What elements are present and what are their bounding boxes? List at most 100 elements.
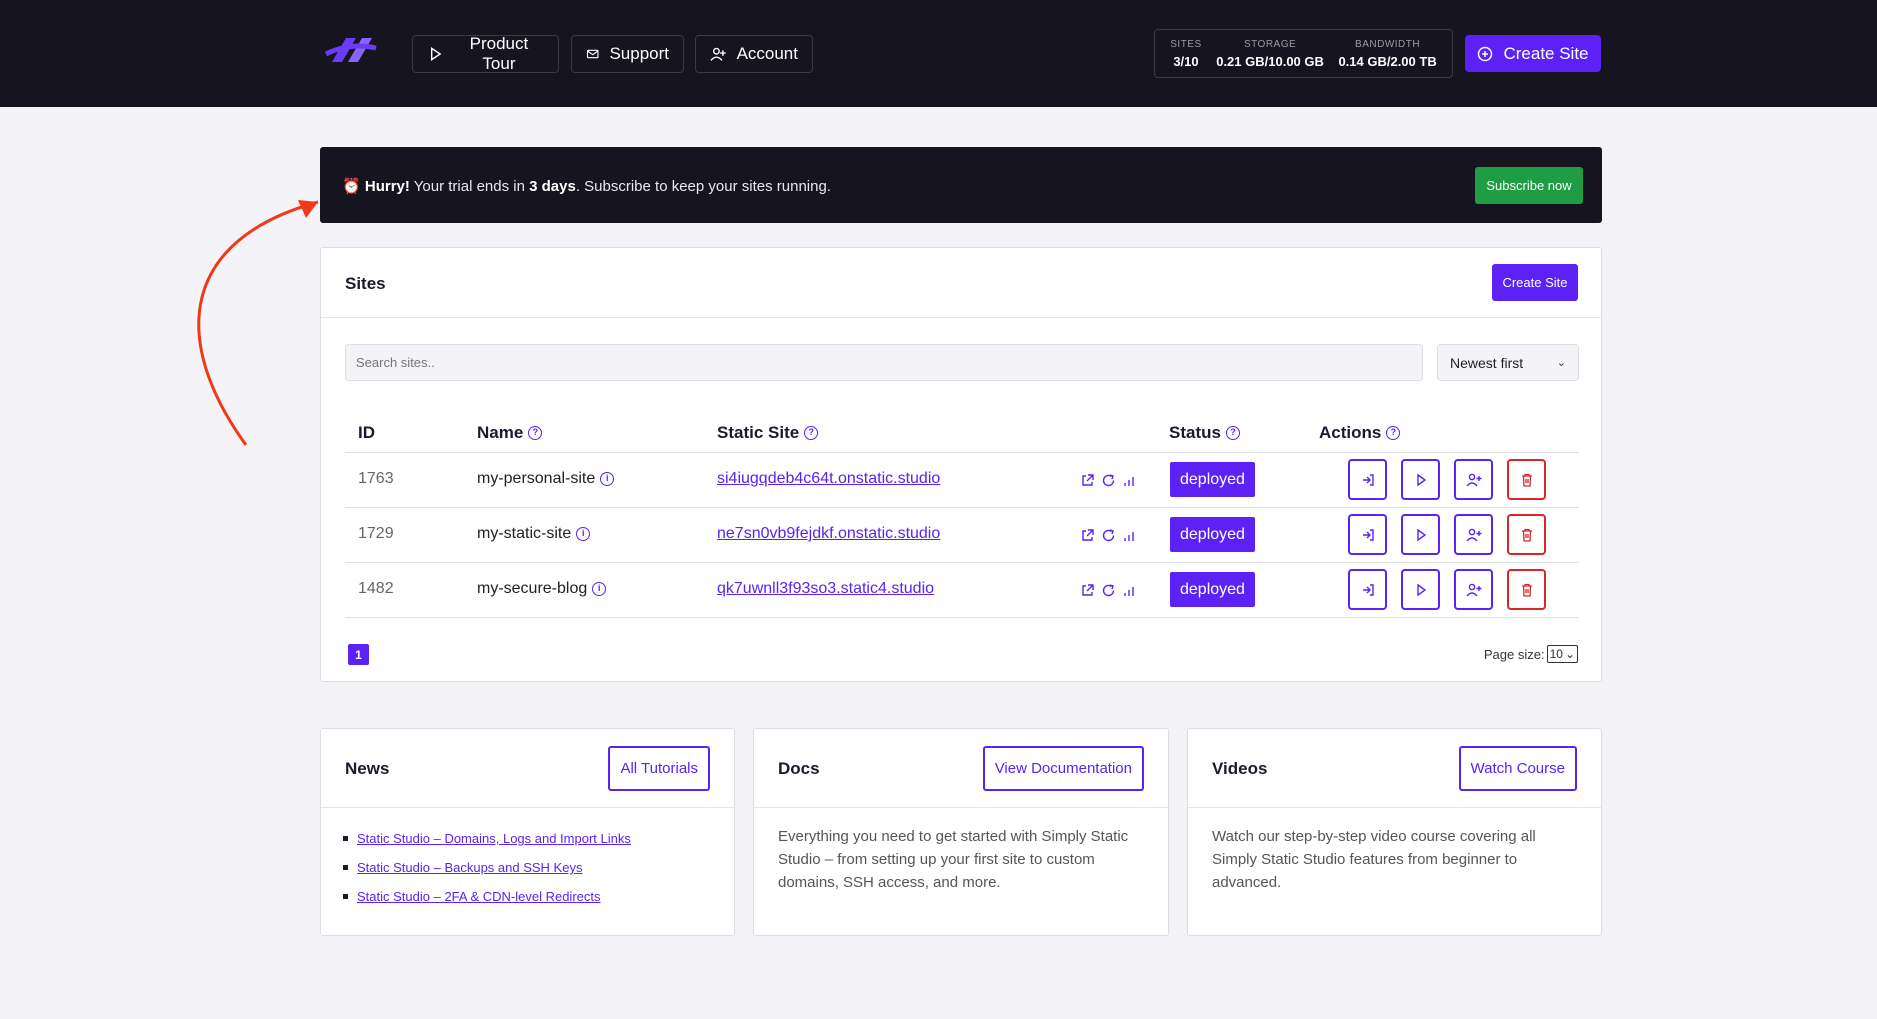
analytics-icon[interactable]	[1122, 528, 1137, 543]
bullet-icon	[343, 836, 348, 841]
stat-label: BANDWIDTH	[1355, 38, 1421, 50]
sites-title: Sites	[345, 274, 386, 293]
delete-button[interactable]	[1507, 459, 1546, 500]
user-plus-icon	[710, 47, 726, 61]
trash-icon	[1521, 473, 1532, 487]
page-size-label: Page size:	[1483, 646, 1545, 662]
login-icon	[1362, 473, 1374, 486]
sort-value: Newest first	[1450, 354, 1524, 371]
subscribe-button[interactable]: Subscribe now	[1475, 167, 1583, 204]
site-name: my-secure-blog i	[477, 580, 607, 598]
docs-card-header: Docs View Documentation	[754, 729, 1168, 808]
help-icon[interactable]: ?	[1225, 426, 1240, 440]
watch-course-button[interactable]: Watch Course	[1458, 746, 1577, 791]
support-button[interactable]: Support	[571, 35, 684, 73]
table-row: 1763 my-personal-site i si4iugqdeb4c64t.o…	[345, 453, 1579, 508]
news-item[interactable]: Static Studio – Domains, Logs and Import…	[343, 831, 631, 846]
trash-icon	[1521, 583, 1532, 597]
play-icon	[1416, 528, 1426, 541]
deploy-button[interactable]	[1401, 514, 1440, 555]
delete-button[interactable]	[1507, 514, 1546, 555]
sort-select[interactable]: Newest first ⌄	[1437, 344, 1579, 381]
add-user-button[interactable]	[1454, 514, 1493, 555]
trial-banner: ⏰ Hurry! Your trial ends in 3 days. Subs…	[320, 147, 1602, 223]
news-card-header: News All Tutorials	[321, 729, 734, 808]
news-link[interactable]: Static Studio – 2FA & CDN-level Redirect…	[357, 889, 601, 904]
login-button[interactable]	[1348, 569, 1387, 610]
create-site-header-button[interactable]: Create Site	[1465, 35, 1601, 72]
add-user-button[interactable]	[1454, 569, 1493, 610]
top-navbar: Product Tour Support Account SITES 3/10 …	[0, 0, 1877, 107]
all-tutorials-button[interactable]: All Tutorials	[608, 746, 710, 791]
static-site-link[interactable]: si4iugqdeb4c64t.onstatic.studio	[717, 470, 940, 488]
refresh-icon[interactable]	[1101, 583, 1116, 598]
analytics-icon[interactable]	[1122, 583, 1137, 598]
news-link[interactable]: Static Studio – Domains, Logs and Import…	[357, 831, 631, 846]
status-badge: deployed	[1170, 572, 1255, 607]
delete-button[interactable]	[1507, 569, 1546, 610]
news-item[interactable]: Static Studio – Backups and SSH Keys	[343, 860, 631, 875]
news-title: News	[345, 759, 390, 778]
trash-icon	[1521, 528, 1532, 542]
add-user-button[interactable]	[1454, 459, 1493, 500]
search-input[interactable]	[345, 344, 1423, 381]
news-card: News All Tutorials Static Studio – Domai…	[320, 728, 735, 936]
videos-title: Videos	[1212, 759, 1268, 778]
site-tools	[1080, 583, 1137, 598]
help-icon[interactable]: ?	[1386, 426, 1401, 440]
play-icon	[1416, 473, 1426, 486]
mail-icon	[586, 49, 599, 59]
videos-card: Videos Watch Course Watch our step-by-st…	[1187, 728, 1602, 936]
external-link-icon[interactable]	[1080, 583, 1095, 598]
stat-storage: STORAGE 0.21 GB/10.00 GB	[1216, 39, 1324, 69]
refresh-icon[interactable]	[1101, 473, 1116, 488]
stat-value: 0.14 GB/2.00 TB	[1338, 53, 1437, 69]
login-button[interactable]	[1348, 514, 1387, 555]
external-link-icon[interactable]	[1080, 528, 1095, 543]
chevron-down-icon: ⌄	[1564, 647, 1575, 661]
pagination-page-1[interactable]: 1	[348, 644, 369, 665]
login-button[interactable]	[1348, 459, 1387, 500]
videos-card-header: Videos Watch Course	[1188, 729, 1601, 808]
info-icon[interactable]: i	[600, 472, 615, 486]
external-link-icon[interactable]	[1080, 473, 1095, 488]
view-documentation-button[interactable]: View Documentation	[982, 746, 1144, 791]
usage-stats: SITES 3/10 STORAGE 0.21 GB/10.00 GB BAND…	[1154, 29, 1453, 78]
trial-days: 3 days	[529, 178, 576, 195]
account-button[interactable]: Account	[695, 35, 813, 73]
logo-icon[interactable]	[322, 34, 380, 66]
table-row: 1482 my-secure-blog i qk7uwnll3f93so3.sta…	[345, 563, 1579, 618]
column-id-label: ID	[358, 423, 375, 442]
login-icon	[1362, 583, 1374, 596]
help-icon[interactable]: ?	[804, 426, 819, 440]
news-list: Static Studio – Domains, Logs and Import…	[343, 831, 631, 918]
page-size-select[interactable]: 10 ⌄	[1546, 645, 1578, 663]
static-site-link[interactable]: qk7uwnll3f93so3.static4.studio	[717, 580, 934, 598]
info-icon[interactable]: i	[576, 527, 591, 541]
product-tour-button[interactable]: Product Tour	[412, 34, 559, 73]
info-icon[interactable]: i	[592, 582, 607, 596]
create-site-button[interactable]: Create Site	[1492, 264, 1578, 301]
trial-text-before: Your trial ends in	[409, 178, 530, 195]
news-link[interactable]: Static Studio – Backups and SSH Keys	[357, 860, 582, 875]
alarm-clock-icon: ⏰	[342, 178, 361, 195]
refresh-icon[interactable]	[1101, 528, 1116, 543]
column-actions-label: Actions	[1319, 423, 1382, 442]
column-static-site: Static Site?	[717, 423, 819, 443]
user-plus-icon	[1465, 528, 1481, 541]
videos-description: Watch our step-by-step video course cove…	[1212, 828, 1536, 891]
deploy-button[interactable]	[1401, 459, 1440, 500]
login-icon	[1362, 528, 1374, 541]
play-icon	[1416, 583, 1426, 596]
site-tools	[1080, 528, 1137, 543]
news-item[interactable]: Static Studio – 2FA & CDN-level Redirect…	[343, 889, 631, 904]
help-icon[interactable]: ?	[528, 426, 543, 440]
analytics-icon[interactable]	[1122, 473, 1137, 488]
create-site-label: Create Site	[1503, 43, 1589, 63]
hurry-text: Hurry!	[364, 178, 410, 195]
site-name-text: my-secure-blog	[477, 580, 588, 597]
stat-sites: SITES 3/10	[1170, 39, 1201, 69]
deploy-button[interactable]	[1401, 569, 1440, 610]
column-name: Name?	[477, 423, 543, 443]
static-site-link[interactable]: ne7sn0vb9fejdkf.onstatic.studio	[717, 525, 940, 543]
